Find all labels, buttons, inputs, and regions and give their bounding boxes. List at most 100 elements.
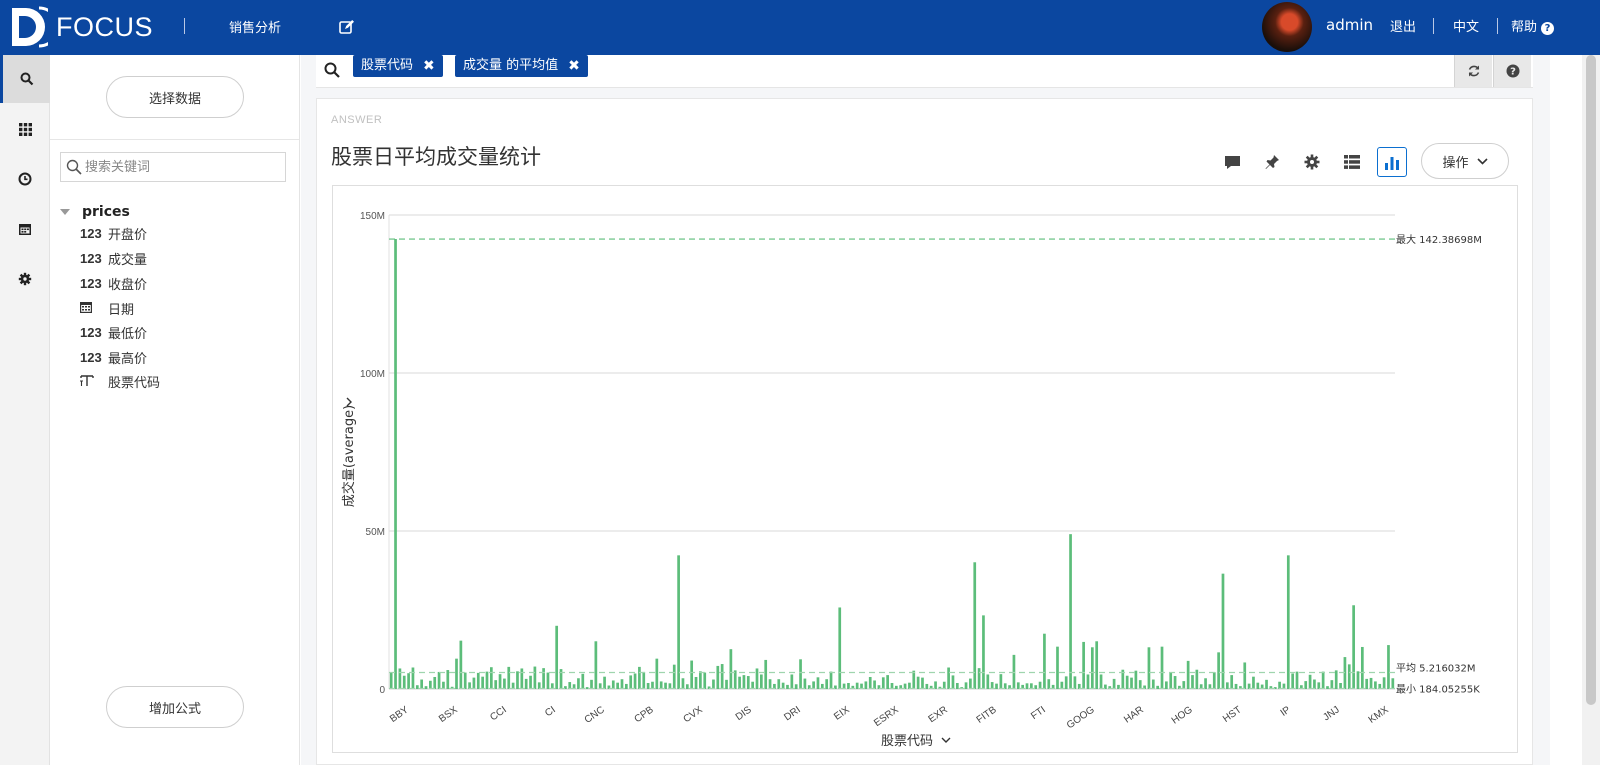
comment-button[interactable]	[1217, 147, 1247, 177]
rail-settings[interactable]	[0, 255, 50, 303]
chart-bar	[733, 670, 737, 689]
select-data-button[interactable]: 选择数据	[106, 76, 244, 118]
chart-bar	[803, 678, 807, 689]
nav-sales-analysis[interactable]: 销售分析	[229, 17, 281, 36]
field-item[interactable]: 日期	[80, 298, 134, 318]
reference-label: 最大 142.38698M	[1396, 233, 1482, 246]
chart-bar	[1160, 646, 1164, 689]
chart-bar	[982, 615, 985, 689]
list-icon	[1344, 155, 1360, 169]
query-chip[interactable]: 成交量 的平均值 ✖	[455, 55, 588, 77]
x-tick-label: BBY	[388, 704, 411, 725]
scrollbar-thumb[interactable]	[1586, 55, 1596, 705]
field-item[interactable]: 123 最高价	[80, 347, 147, 367]
chart-bar	[1313, 679, 1316, 689]
help-button[interactable]: ?	[1493, 55, 1531, 87]
chart-bar	[1025, 683, 1029, 689]
x-tick-label: CCI	[488, 704, 508, 723]
table-view-button[interactable]	[1337, 147, 1367, 177]
chart-bar	[720, 664, 724, 689]
chart-bar	[472, 677, 476, 689]
pin-button[interactable]	[1257, 147, 1287, 177]
chart-bar	[1382, 677, 1386, 689]
settings-button[interactable]	[1297, 147, 1327, 177]
field-item[interactable]: 123 收盘价	[80, 273, 147, 293]
close-icon[interactable]: ✖	[568, 55, 580, 77]
gear-icon	[1304, 154, 1320, 170]
chart-bar	[424, 686, 428, 689]
x-tick-label: FITB	[975, 704, 999, 726]
field-item[interactable]: 123 开盘价	[80, 223, 147, 243]
x-tick-label: CPB	[633, 704, 656, 725]
rail-history[interactable]	[0, 155, 50, 203]
chart-bar	[768, 679, 772, 689]
chart-bar	[411, 667, 415, 689]
chart-bar	[1387, 645, 1390, 689]
page-scrollbar[interactable]	[1582, 55, 1600, 765]
chart-bar	[790, 674, 794, 689]
x-tick-label: CI	[543, 704, 558, 719]
search-icon[interactable]	[324, 62, 340, 78]
chart-bar	[542, 668, 545, 689]
chart-bar	[677, 555, 680, 689]
chart-bar	[916, 676, 920, 689]
chart-bar	[694, 676, 698, 689]
chart-container: 0 50M 100M 150M 最大 142.38698M 平均 5.216032M 最小 …	[332, 185, 1518, 753]
chart-bar	[1165, 681, 1168, 689]
help-link[interactable]: 帮助?	[1511, 16, 1555, 35]
chart-bar	[516, 671, 519, 689]
top-nav-bar: FOCUS 销售分析 admin 退出 中文 帮助?	[0, 0, 1600, 55]
chart-bar	[476, 672, 480, 689]
chart-bar	[1212, 672, 1216, 689]
field-item[interactable]: 123 最低价	[80, 322, 147, 342]
chart-bar	[1099, 674, 1103, 689]
user-avatar[interactable]	[1262, 2, 1312, 52]
chart-bar	[1256, 682, 1260, 689]
chart-bar	[825, 679, 829, 689]
table-node-prices[interactable]: prices	[60, 204, 130, 220]
chart-bar	[481, 676, 484, 689]
numeric-type-icon: 123	[80, 349, 102, 365]
chart-bar	[1221, 573, 1225, 689]
chart-bar	[402, 675, 406, 689]
collapse-arrow-icon[interactable]	[60, 209, 70, 215]
field-item[interactable]: 股票代码	[80, 371, 160, 391]
chevron-down-icon	[1476, 157, 1488, 165]
keyword-search-input[interactable]	[85, 157, 281, 177]
add-formula-button[interactable]: 增加公式	[106, 686, 244, 728]
field-item[interactable]: 123 成交量	[80, 248, 147, 268]
username[interactable]: admin	[1326, 16, 1373, 34]
language-switch[interactable]: 中文	[1453, 16, 1479, 35]
chart-bar	[1173, 676, 1177, 689]
refresh-button[interactable]	[1454, 55, 1492, 87]
field-name: 成交量	[108, 252, 148, 268]
chart-view-button[interactable]	[1377, 147, 1407, 177]
edit-icon[interactable]	[338, 18, 356, 36]
rail-apps[interactable]	[0, 105, 50, 153]
chart-bar	[1304, 681, 1308, 689]
chart-bar	[437, 671, 441, 689]
chart-bar	[398, 668, 402, 689]
chart-bar	[446, 670, 450, 689]
chart-bar	[742, 675, 746, 689]
keyword-search-box	[60, 152, 286, 182]
clock-icon	[18, 172, 32, 186]
chart-bar	[625, 683, 628, 689]
y-tick-label: 100M	[360, 369, 385, 380]
close-icon[interactable]: ✖	[423, 55, 435, 77]
query-chip[interactable]: 股票代码 ✖	[353, 55, 443, 77]
chart-bar	[415, 685, 419, 689]
y-axis-title: 成交量(average)	[341, 405, 357, 507]
operations-dropdown[interactable]: 操作	[1421, 143, 1509, 179]
chart-bar	[489, 667, 493, 689]
field-name: 股票代码	[108, 375, 161, 391]
gear-icon	[18, 272, 32, 286]
chart-bar	[881, 677, 885, 689]
rail-calendar[interactable]	[0, 205, 50, 253]
chart-bar	[407, 673, 410, 689]
x-tick-label: HAR	[1122, 704, 1146, 725]
chart-bar	[1308, 674, 1312, 689]
logout-link[interactable]: 退出	[1390, 16, 1416, 35]
rail-search[interactable]	[0, 55, 50, 103]
focus-logo[interactable]: FOCUS	[10, 6, 153, 48]
